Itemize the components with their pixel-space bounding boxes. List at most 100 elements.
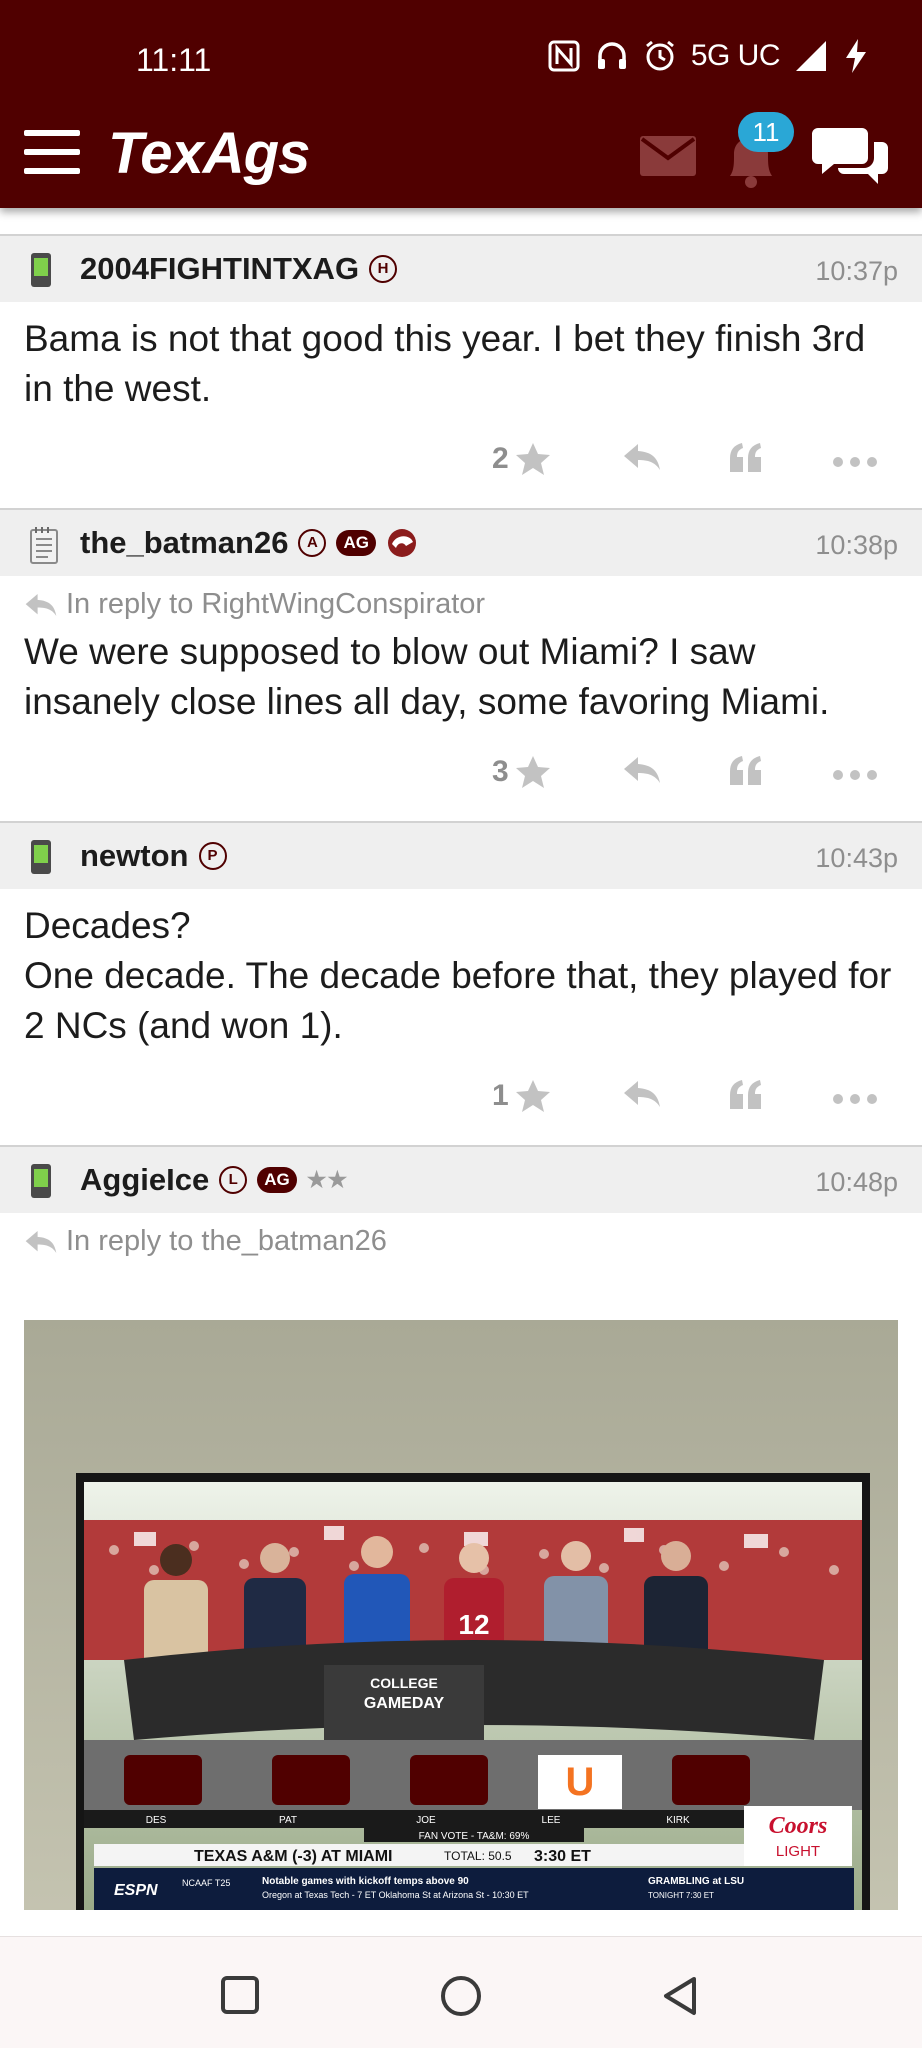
- matchup: TEXAS A&M (-3) AT MIAMI: [194, 1848, 393, 1865]
- thread-feed: 2004FIGHTINTXAG H 10:37p Bama is not tha…: [0, 208, 922, 1910]
- username[interactable]: AggieIce: [80, 1162, 209, 1198]
- post-text-line: Decades?: [24, 905, 191, 946]
- mobile-phone-icon: [31, 253, 51, 287]
- star-count: 3: [492, 755, 509, 788]
- alarm-icon: [645, 40, 674, 71]
- reply-reference[interactable]: In reply to the_batman26: [24, 1225, 898, 1258]
- post-time: 10:48p: [815, 1167, 898, 1197]
- post-time: 10:43p: [815, 843, 898, 873]
- user-badge-a: A: [298, 529, 327, 557]
- more-icon[interactable]: [832, 769, 878, 781]
- quote-icon[interactable]: [728, 1079, 764, 1111]
- post-actions: 3: [0, 727, 922, 821]
- post-text: We were supposed to blow out Miami? I sa…: [24, 631, 830, 722]
- headphones-icon: [597, 42, 626, 69]
- username-link[interactable]: AggieIce L AG ★★: [80, 1162, 348, 1198]
- quote-icon[interactable]: [728, 442, 764, 474]
- rank-stars: ★★: [306, 1167, 349, 1192]
- host-name: JOE: [416, 1815, 436, 1826]
- username[interactable]: the_batman26: [80, 525, 288, 561]
- username-link[interactable]: the_batman26 A AG: [80, 525, 418, 561]
- post-image[interactable]: 12 COLLEGE GAMEDAY U DES PAT JOE LEE KIR…: [24, 1320, 898, 1910]
- reply-arrow-icon: [25, 593, 57, 616]
- nfc-icon: [548, 40, 580, 72]
- post-header: newton P 10:43p: [0, 821, 922, 889]
- user-badge-ag: AG: [257, 1167, 297, 1193]
- kickoff-time: 3:30 ET: [534, 1848, 591, 1865]
- quote-icon[interactable]: [728, 755, 764, 787]
- reply-icon[interactable]: [622, 755, 662, 785]
- sponsor-name: Coors: [769, 1813, 828, 1839]
- desk-title-line2: GAMEDAY: [364, 1695, 445, 1712]
- host-name: KIRK: [666, 1815, 690, 1826]
- menu-icon[interactable]: [24, 130, 80, 174]
- star-button[interactable]: 1: [492, 1079, 551, 1113]
- username-link[interactable]: newton P: [80, 838, 227, 874]
- signal-icon: [796, 41, 826, 71]
- star-icon: [515, 443, 550, 475]
- ticker-right2: TONIGHT 7:30 ET: [648, 1891, 714, 1900]
- star-button[interactable]: 2: [492, 442, 551, 476]
- reply-reference[interactable]: In reply to RightWingConspirator: [24, 588, 898, 621]
- more-icon[interactable]: [832, 456, 878, 468]
- fan-vote: FAN VOTE - TA&M: 69%: [419, 1831, 530, 1842]
- total-line: TOTAL: 50.5: [444, 1849, 512, 1863]
- post: newton P 10:43p Decades? One decade. The…: [0, 821, 922, 1145]
- status-bar: 11:11 5G UC: [0, 38, 922, 88]
- post: 2004FIGHTINTXAG H 10:37p Bama is not tha…: [0, 234, 922, 508]
- post-time: 10:37p: [815, 256, 898, 286]
- username[interactable]: 2004FIGHTINTXAG: [80, 251, 359, 287]
- post-header: AggieIce L AG ★★ 10:48p: [0, 1145, 922, 1213]
- home-icon[interactable]: [440, 1975, 482, 2017]
- post-body: In reply to RightWingConspirator We were…: [0, 576, 922, 727]
- user-badge-p: P: [198, 842, 227, 870]
- sponsor-sub: LIGHT: [776, 1843, 820, 1860]
- star-icon: [515, 1080, 550, 1112]
- mail-icon[interactable]: [640, 136, 696, 176]
- reply-icon[interactable]: [622, 1079, 662, 1109]
- post-text-line: One decade. The decade before that, they…: [24, 955, 892, 1046]
- jersey-number: 12: [458, 1609, 489, 1640]
- post-actions: 2: [0, 414, 922, 508]
- ticker-line2: Oregon at Texas Tech - 7 ET Oklahoma St …: [262, 1890, 529, 1900]
- back-icon[interactable]: [660, 1975, 700, 2017]
- ticker-right1: GRAMBLING at LSU: [648, 1876, 744, 1887]
- mobile-phone-icon: [31, 1164, 51, 1198]
- star-button[interactable]: 3: [492, 755, 551, 789]
- tv-photo: 12 COLLEGE GAMEDAY U DES PAT JOE LEE KIR…: [24, 1320, 898, 1910]
- reply-icon[interactable]: [622, 442, 662, 472]
- network-label: 5G UC: [690, 39, 781, 72]
- host-name: PAT: [279, 1815, 297, 1826]
- post-body: Bama is not that good this year. I bet t…: [0, 302, 922, 414]
- username-link[interactable]: 2004FIGHTINTXAG H: [80, 251, 398, 287]
- post-header: the_batman26 A AG 10:38p: [0, 508, 922, 576]
- username[interactable]: newton: [80, 838, 189, 874]
- post-time: 10:38p: [815, 530, 898, 560]
- host-name: LEE: [542, 1815, 561, 1826]
- more-icon[interactable]: [832, 1093, 878, 1105]
- ticker-tag: NCAAF T25: [182, 1878, 230, 1888]
- star-count: 2: [492, 442, 509, 475]
- site-logo[interactable]: TexAgs: [108, 120, 310, 187]
- reply-to-text: In reply to RightWingConspirator: [66, 588, 486, 620]
- post: the_batman26 A AG 10:38p In reply to Rig…: [0, 508, 922, 821]
- reply-arrow-icon: [25, 1230, 57, 1253]
- system-nav-bar: [0, 1936, 922, 2048]
- notepad-icon: [30, 527, 58, 564]
- post-actions: 1: [0, 1051, 922, 1145]
- post-body: In reply to the_batman26: [0, 1213, 922, 1320]
- top-bar: TexAgs 11: [0, 112, 922, 194]
- reply-to-text: In reply to the_batman26: [66, 1225, 387, 1257]
- star-count: 1: [492, 1079, 509, 1112]
- midfield-letter: U: [566, 1760, 595, 1804]
- status-time: 11:11: [136, 42, 212, 78]
- mobile-phone-icon: [31, 840, 51, 874]
- notification-badge[interactable]: 11: [738, 112, 794, 152]
- network-logo: ESPN: [114, 1882, 158, 1899]
- user-badge-h: H: [369, 255, 398, 283]
- user-badge-l: L: [219, 1166, 248, 1194]
- desk-title-line1: COLLEGE: [370, 1675, 438, 1691]
- host-name: DES: [146, 1815, 167, 1826]
- chat-icon[interactable]: [812, 124, 888, 186]
- recents-icon[interactable]: [220, 1975, 260, 2015]
